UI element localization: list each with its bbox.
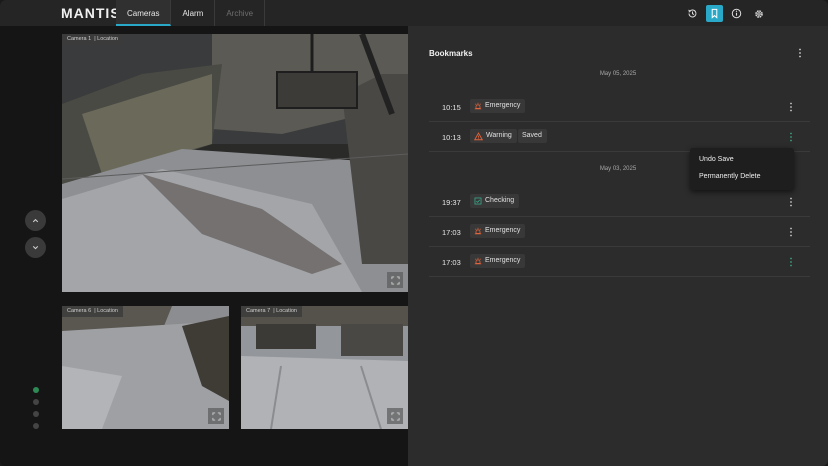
main-tabs: Cameras Alarm Archive [116, 0, 266, 26]
top-bar: MANTIS Cameras Alarm Archive [0, 0, 828, 26]
app-logo: MANTIS [61, 5, 121, 21]
checking-icon [474, 197, 482, 205]
bookmark-row[interactable]: 19:37 Checking [429, 187, 810, 217]
tab-cameras[interactable]: Cameras [116, 0, 172, 26]
expand-icon[interactable] [387, 272, 403, 288]
camera-feed-image [241, 306, 408, 429]
camera-label: Camera 7 | Location [241, 306, 302, 317]
emergency-tag[interactable]: Emergency [470, 99, 526, 113]
settings-icon[interactable] [750, 5, 767, 22]
bookmark-time: 17:03 [442, 258, 461, 267]
page-dot-3[interactable] [33, 411, 39, 417]
top-toolbar [684, 5, 767, 22]
history-icon[interactable] [684, 5, 701, 22]
chevron-down-icon [32, 246, 39, 250]
emergency-tag[interactable]: Emergency [470, 254, 526, 268]
emergency-icon [474, 227, 482, 235]
emergency-icon [474, 257, 482, 265]
scroll-down-button[interactable] [25, 237, 46, 258]
emergency-icon [474, 102, 482, 110]
permanently-delete-menu-item[interactable]: Permanently Delete [699, 173, 760, 180]
panel-title: Bookmarks [429, 49, 473, 58]
tab-archive[interactable]: Archive [215, 0, 266, 26]
camera-nav-rail [0, 26, 62, 466]
page-dot-4[interactable] [33, 423, 39, 429]
bookmarks-panel: Bookmarks May 05, 2025 10:15 Emergency 1… [408, 26, 828, 466]
expand-icon[interactable] [387, 408, 403, 424]
more-options-icon[interactable] [795, 47, 805, 59]
camera-label: Camera 1 | Location [62, 34, 123, 45]
scroll-up-button[interactable] [25, 210, 46, 231]
camera-main-view[interactable]: Camera 1 | Location [62, 34, 408, 292]
warning-tag[interactable]: Warning [470, 129, 517, 143]
bookmark-context-menu: Undo Save Permanently Delete [690, 148, 794, 190]
row-more-icon[interactable] [787, 131, 795, 143]
bookmark-row[interactable]: 17:03 Emergency [429, 247, 810, 277]
warning-icon [474, 131, 483, 140]
info-icon[interactable] [728, 5, 745, 22]
undo-save-menu-item[interactable]: Undo Save [699, 156, 734, 163]
camera-tile-7[interactable]: Camera 7 | Location [241, 306, 408, 429]
camera-tile-6[interactable]: Camera 6 | Location [62, 306, 229, 429]
camera-label: Camera 6 | Location [62, 306, 123, 317]
page-dot-1[interactable] [33, 387, 39, 393]
row-more-icon[interactable] [787, 101, 795, 113]
expand-icon[interactable] [208, 408, 224, 424]
bookmark-time: 10:15 [442, 103, 461, 112]
saved-badge: Saved [518, 129, 547, 143]
app-window: MANTIS Cameras Alarm Archive Camera 1 | … [0, 0, 828, 466]
bookmark-time: 19:37 [442, 198, 461, 207]
bookmark-time: 17:03 [442, 228, 461, 237]
row-more-icon[interactable] [787, 196, 795, 208]
camera-feed-image [62, 306, 229, 429]
bookmark-icon[interactable] [706, 5, 723, 22]
bookmark-row[interactable]: 17:03 Emergency [429, 217, 810, 247]
chevron-up-icon [32, 218, 39, 223]
row-more-icon[interactable] [787, 226, 795, 238]
row-more-icon[interactable] [787, 256, 795, 268]
page-dot-2[interactable] [33, 399, 39, 405]
date-separator: May 05, 2025 [599, 71, 637, 77]
emergency-tag[interactable]: Emergency [470, 224, 526, 238]
camera-feed-image [62, 34, 408, 292]
checking-tag[interactable]: Checking [470, 194, 520, 208]
bookmark-row[interactable]: 10:15 Emergency [429, 92, 810, 122]
tab-alarm[interactable]: Alarm [171, 0, 216, 26]
bookmark-time: 10:13 [442, 133, 461, 142]
